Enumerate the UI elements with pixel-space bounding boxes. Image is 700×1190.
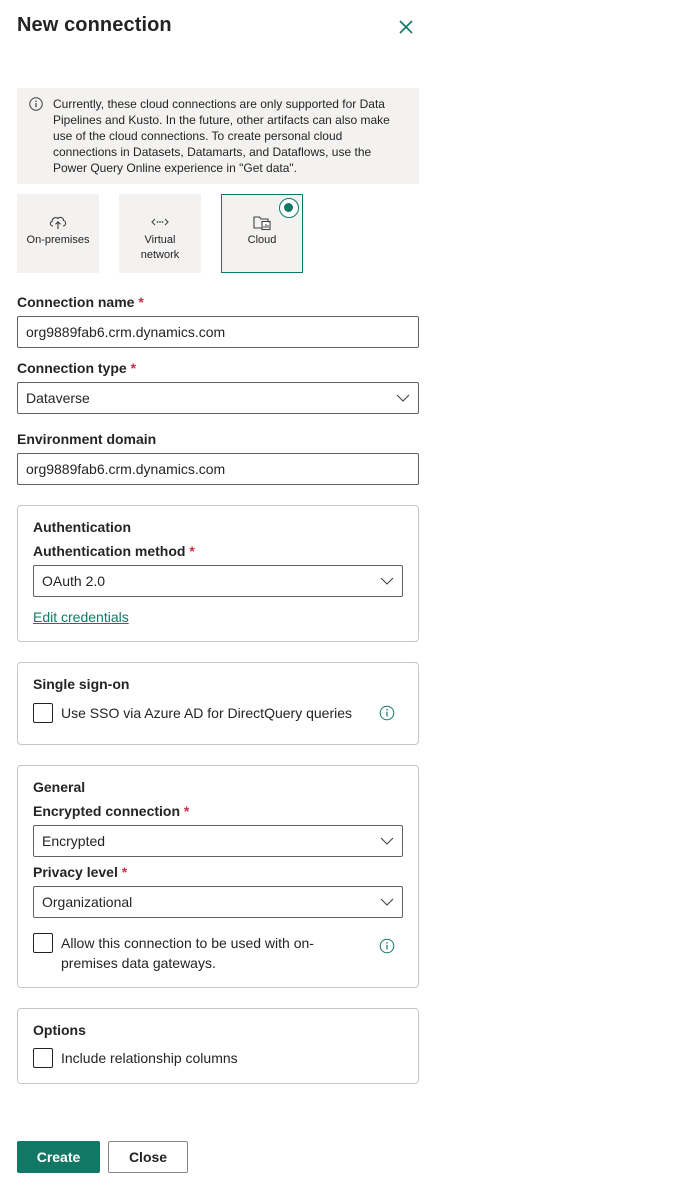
chevron-down-icon xyxy=(380,898,394,906)
authentication-method-dropdown[interactable]: OAuth 2.0 xyxy=(33,565,403,597)
general-title: General xyxy=(33,779,86,795)
sso-title: Single sign-on xyxy=(33,676,130,692)
connection-type-label: Connection type * xyxy=(17,360,136,376)
connection-name-label: Connection name * xyxy=(17,294,144,310)
relationship-columns-checkbox[interactable] xyxy=(33,1048,53,1068)
connection-type-value: Dataverse xyxy=(26,390,90,406)
options-group: Options Include relationship columns xyxy=(17,1008,419,1084)
options-title: Options xyxy=(33,1022,86,1038)
page-title: New connection xyxy=(17,14,172,36)
tile-virtual-network[interactable]: Virtual network xyxy=(119,194,201,273)
privacy-level-dropdown[interactable]: Organizational xyxy=(33,886,403,918)
environment-domain-label-text: Environment domain xyxy=(17,431,157,447)
encrypted-connection-value: Encrypted xyxy=(42,833,106,849)
single-sign-on-group: Single sign-on Use SSO via Azure AD for … xyxy=(17,662,419,745)
required-marker: * xyxy=(121,864,128,880)
authentication-method-value: OAuth 2.0 xyxy=(42,573,106,589)
info-text: Currently, these cloud connections are o… xyxy=(53,97,390,175)
encrypted-connection-label-text: Encrypted connection xyxy=(33,803,181,819)
connection-name-value: org9889fab6.crm.dynamics.com xyxy=(26,324,226,340)
tile-label: Virtual network xyxy=(140,234,180,261)
privacy-level-label: Privacy level * xyxy=(33,864,127,880)
relationship-columns-label: Include relationship columns xyxy=(61,1050,238,1066)
required-marker: * xyxy=(189,543,195,559)
chevron-down-icon xyxy=(380,577,394,585)
required-marker: * xyxy=(130,360,137,376)
privacy-level-value: Organizational xyxy=(42,894,133,910)
authentication-group: Authentication Authentication method * O… xyxy=(17,505,419,642)
info-icon xyxy=(29,97,43,111)
privacy-level-label-text: Privacy level xyxy=(33,864,118,880)
authentication-method-label: Authentication method * xyxy=(33,543,195,559)
folder-chart-icon xyxy=(253,216,271,231)
general-group: General Encrypted connection * Encrypted… xyxy=(17,765,419,988)
gateway-checkbox[interactable] xyxy=(33,933,53,953)
connection-name-input[interactable]: org9889fab6.crm.dynamics.com xyxy=(17,316,419,348)
connection-name-label-text: Connection name xyxy=(17,294,135,310)
edit-credentials-link[interactable]: Edit credentials xyxy=(33,609,129,625)
radio-selected-indicator xyxy=(279,198,299,218)
connection-type-dropdown[interactable]: Dataverse xyxy=(17,382,419,414)
info-message: Currently, these cloud connections are o… xyxy=(17,88,419,184)
authentication-title: Authentication xyxy=(33,519,131,535)
connection-type-label-text: Connection type xyxy=(17,360,127,376)
sso-checkbox[interactable] xyxy=(33,703,53,723)
required-marker: * xyxy=(183,803,190,819)
tile-cloud[interactable]: Cloud xyxy=(221,194,303,273)
authentication-method-label-text: Authentication method xyxy=(33,543,186,559)
tile-label: On-premises xyxy=(26,234,90,246)
chevron-down-icon xyxy=(380,837,394,845)
tile-on-premises[interactable]: On-premises xyxy=(17,194,99,273)
environment-domain-value: org9889fab6.crm.dynamics.com xyxy=(26,461,226,477)
gateway-checkbox-label: Allow this connection to be used with on… xyxy=(61,935,314,971)
sso-checkbox-label: Use SSO via Azure AD for DirectQuery que… xyxy=(61,705,352,721)
environment-domain-input[interactable]: org9889fab6.crm.dynamics.com xyxy=(17,453,419,485)
cloud-upload-icon xyxy=(49,216,67,229)
close-icon[interactable] xyxy=(397,18,415,36)
info-icon[interactable] xyxy=(379,705,395,721)
info-icon[interactable] xyxy=(379,938,395,954)
create-button[interactable]: Create xyxy=(17,1141,100,1173)
tile-label: Cloud xyxy=(247,234,277,246)
environment-domain-label: Environment domain xyxy=(17,431,156,447)
required-marker: * xyxy=(138,294,144,310)
encrypted-connection-label: Encrypted connection * xyxy=(33,803,189,819)
close-button[interactable]: Close xyxy=(108,1141,188,1173)
chevron-down-icon xyxy=(396,394,410,402)
network-icon xyxy=(151,218,169,226)
encrypted-connection-dropdown[interactable]: Encrypted xyxy=(33,825,403,857)
